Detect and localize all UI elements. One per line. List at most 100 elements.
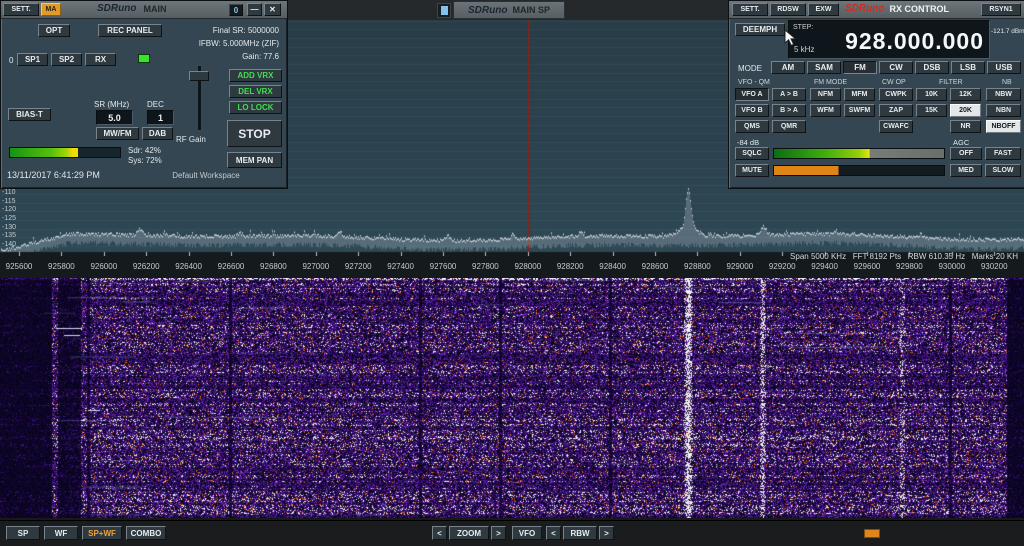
dec-value-field[interactable]: 1 [147,110,174,125]
rbw-label-button[interactable]: RBW [563,526,597,540]
datetime-readout: 13/11/2017 6:41:29 PM [7,170,100,180]
x-axis-label: 927200 [345,262,372,271]
x-axis-label: 926600 [218,262,245,271]
cwafc-button[interactable]: CWAFC [879,120,913,133]
sdruno-app: -110-115-120-125-130-135-140 Span 5000 K… [0,0,1024,546]
add-vrx-button[interactable]: ADD VRX [229,69,282,82]
squelch-level-readout: -84 dB [737,138,759,147]
bias-t-button[interactable]: BIAS-T [8,108,51,121]
rbw-up-button[interactable]: > [599,526,614,540]
sp-wf-view-button[interactable]: SP+WF [82,526,122,540]
vfo-b-button[interactable]: VFO B [735,104,769,117]
mute-button[interactable]: MUTE [735,164,769,177]
filter-10k-button[interactable]: 10K [916,88,947,101]
agc-off-button[interactable]: OFF [950,147,982,160]
rbw-down-button[interactable]: < [546,526,561,540]
status-indicator[interactable] [864,529,880,538]
lo-lock-button[interactable]: LO LOCK [229,101,282,114]
x-axis-label: 925600 [6,262,33,271]
x-axis-label: 927800 [472,262,499,271]
vfo-center-button[interactable]: VFO [512,526,542,540]
squelch-slider[interactable] [773,148,945,159]
main-panel-titlebar[interactable]: SETT. MA SDRuno MAIN 0 — ✕ [1,1,287,19]
ma-badge[interactable]: MA [41,3,61,16]
stop-button[interactable]: STOP [227,120,282,147]
rx-settings-button[interactable]: SETT. [732,3,768,16]
sp2-button[interactable]: SP2 [51,53,82,66]
bottom-toolbar: SP WF SP+WF COMBO < ZOOM > VFO < RBW > [0,520,1024,546]
vrx-number-button[interactable]: 0 [229,4,243,16]
sqlc-button[interactable]: SQLC [735,147,769,160]
main-sp-titlebar[interactable]: SDRuno MAIN SP [453,1,565,19]
rf-gain-slider-thumb[interactable] [189,71,209,81]
wfm-button[interactable]: WFM [810,104,841,117]
sp-view-button[interactable]: SP [6,526,40,540]
x-axis-label: 927600 [430,262,457,271]
zoom-in-button[interactable]: > [491,526,506,540]
vfo-a-button[interactable]: VFO A [735,88,769,101]
del-vrx-button[interactable]: DEL VRX [229,85,282,98]
opt-button[interactable]: OPT [38,24,70,37]
agc-med-button[interactable]: MED [950,164,982,177]
nr-button[interactable]: NR [950,120,981,133]
x-axis-label: 929200 [769,262,796,271]
b-to-a-button[interactable]: B > A [772,104,806,117]
mode-dsb-button[interactable]: DSB [915,61,949,74]
sr-value-field[interactable]: 5.0 [96,110,133,125]
nfm-button[interactable]: NFM [810,88,841,101]
zoom-out-button[interactable]: < [432,526,447,540]
mode-fm-button[interactable]: FM [843,61,877,74]
qmr-button[interactable]: QMR [772,120,806,133]
rx-control-titlebar[interactable]: SETT. RDSW EXW SDRuno RX CONTROL RSYN1 [729,1,1024,19]
workspace-name: Default Workspace [141,171,271,180]
exw-button[interactable]: EXW [808,3,839,16]
frequency-display[interactable]: STEP: 5 kHz 928.000.000 [788,20,990,59]
mw-fm-button[interactable]: MW/FM [96,127,139,140]
deemph-button[interactable]: DEEMPH [735,23,785,36]
nbn-button[interactable]: NBN [986,104,1021,117]
cw-op-section-label: CW OP [882,79,906,86]
minimize-button[interactable]: — [247,3,262,16]
dab-button[interactable]: DAB [142,127,173,140]
y-axis-label: -110 [2,189,16,196]
main-sp-window-icon[interactable] [437,3,451,18]
rx-button[interactable]: RX [85,53,116,66]
filter-15k-button[interactable]: 15K [916,104,947,117]
zap-button[interactable]: ZAP [879,104,913,117]
x-axis-label: 927000 [302,262,329,271]
close-button[interactable]: ✕ [264,3,281,16]
x-axis-label: 929600 [854,262,881,271]
swfm-button[interactable]: SWFM [844,104,875,117]
mode-lsb-button[interactable]: LSB [951,61,985,74]
nbw-button[interactable]: NBW [986,88,1021,101]
mode-sam-button[interactable]: SAM [807,61,841,74]
mode-cw-button[interactable]: CW [879,61,913,74]
filter-20k-button[interactable]: 20K [950,104,981,117]
mode-label: MODE [738,64,762,73]
mode-usb-button[interactable]: USB [987,61,1021,74]
agc-slow-button[interactable]: SLOW [985,164,1021,177]
rsyn1-button[interactable]: RSYN1 [981,3,1021,16]
sp1-button[interactable]: SP1 [17,53,48,66]
frequency-digits[interactable]: 928.000.000 [845,28,984,55]
y-axis-label: -125 [2,215,16,222]
waterfall-display[interactable] [0,278,1024,518]
a-to-b-button[interactable]: A > B [772,88,806,101]
mode-am-button[interactable]: AM [771,61,805,74]
qms-button[interactable]: QMS [735,120,769,133]
combo-view-button[interactable]: COMBO [126,526,166,540]
mfm-button[interactable]: MFM [844,88,875,101]
zoom-label-button[interactable]: ZOOM [449,526,489,540]
wf-view-button[interactable]: WF [44,526,78,540]
sr-label: SR (MHz) [94,100,129,109]
fm-mode-section-label: FM MODE [814,79,847,86]
filter-12k-button[interactable]: 12K [950,88,981,101]
final-sr-readout: Final SR: 5000000 [131,26,279,35]
agc-fast-button[interactable]: FAST [985,147,1021,160]
main-settings-button[interactable]: SETT. [3,3,39,16]
volume-slider[interactable] [773,165,945,176]
cwpk-button[interactable]: CWPK [879,88,913,101]
rdsw-button[interactable]: RDSW [770,3,806,16]
mem-pan-button[interactable]: MEM PAN [227,152,282,168]
nboff-button[interactable]: NBOFF [986,120,1021,133]
